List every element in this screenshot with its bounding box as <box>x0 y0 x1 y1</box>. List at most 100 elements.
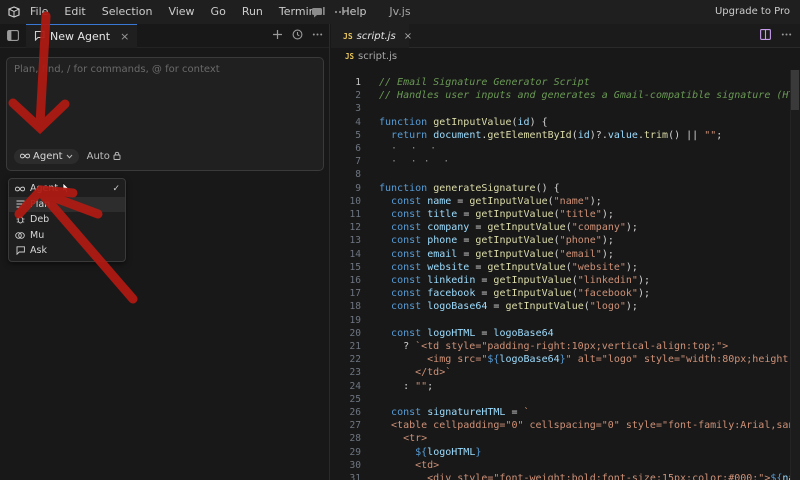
code-text: const title = getInputValue("title"); <box>391 209 614 220</box>
mode-option-ask[interactable]: Ask <box>9 243 125 259</box>
code-line[interactable]: 30 <td> <box>331 459 800 472</box>
line-number: 23 <box>349 367 361 379</box>
mode-option-label: Deb <box>30 214 50 226</box>
menu-terminal[interactable]: Terminal <box>271 0 334 24</box>
mode-select[interactable]: Agent <box>14 149 79 164</box>
menu-go[interactable]: Go <box>203 0 234 24</box>
menu-file[interactable]: File <box>28 0 56 24</box>
sidebar-toggle-icon[interactable] <box>7 30 19 44</box>
code-line[interactable]: 31 <div style="font-weight:bold;font-siz… <box>331 472 800 480</box>
close-icon[interactable]: × <box>120 30 129 43</box>
breadcrumb[interactable]: JS script.js <box>331 48 800 64</box>
code-line[interactable]: 28 <tr> <box>331 432 800 445</box>
close-icon[interactable]: × <box>404 31 412 42</box>
code-text: const name = getInputValue("name"); <box>391 195 602 207</box>
menu-selection[interactable]: Selection <box>94 0 161 24</box>
code-area[interactable]: 1 // Email Signature Generator Script 2 // … <box>331 70 800 480</box>
split-editor-icon[interactable] <box>760 29 771 43</box>
line-number: 6 <box>355 143 361 154</box>
code-line[interactable]: 26 const signatureHTML = ` <box>331 406 800 419</box>
line-number: 8 <box>355 169 361 181</box>
plus-icon[interactable] <box>272 29 283 43</box>
line-number: 2 <box>355 90 361 102</box>
code-line[interactable]: 15 const website = getInputValue("websit… <box>331 261 800 274</box>
line-number: 22 <box>349 354 361 366</box>
line-number: 19 <box>349 314 361 326</box>
line-number: 24 <box>349 380 361 392</box>
code-line[interactable]: 11 const title = getInputValue("title"); <box>331 208 800 221</box>
code-line[interactable]: 18 const logoBase64 = getInputValue("log… <box>331 300 800 313</box>
tab-new-agent[interactable]: New Agent × <box>26 24 138 48</box>
line-number: 5 <box>355 129 361 141</box>
line-number: 4 <box>355 116 361 128</box>
code-line[interactable]: 7 · · · · <box>331 155 800 168</box>
scrollbar-thumb[interactable] <box>791 70 799 110</box>
more-icon[interactable] <box>781 29 792 43</box>
code-line[interactable]: 2 // Handles user inputs and generates a … <box>331 89 800 102</box>
line-number: 28 <box>349 433 361 445</box>
mode-option-multi[interactable]: Mu <box>9 228 125 244</box>
prompt-input[interactable] <box>7 58 323 128</box>
code-line[interactable]: 8 <box>331 168 800 181</box>
code-line[interactable]: 14 const email = getInputValue("email"); <box>331 248 800 261</box>
line-number: 26 <box>349 407 361 418</box>
chat-icon[interactable] <box>310 5 324 19</box>
lock-icon <box>113 151 121 163</box>
code-line[interactable]: 25 <box>331 393 800 406</box>
mouse-cursor-icon <box>62 182 71 197</box>
line-number: 1 <box>355 77 361 88</box>
code-text: function getInputValue(id) { <box>379 116 548 128</box>
code-text: return document.getElementById(id)?.valu… <box>391 129 723 141</box>
mode-row: Agent Auto <box>14 149 121 164</box>
breadcrumb-file: script.js <box>358 50 398 62</box>
code-line[interactable]: 23 </td>` <box>331 366 800 379</box>
menu-edit[interactable]: Edit <box>56 0 93 24</box>
code-line[interactable]: 21 ? `<td style="padding-right:10px;vert… <box>331 340 800 353</box>
history-icon[interactable] <box>292 29 303 43</box>
line-number: 18 <box>349 301 361 313</box>
code-line[interactable]: 16 const linkedin = getInputValue("linke… <box>331 274 800 287</box>
mode-option-plan[interactable]: Plan <box>9 196 125 212</box>
upgrade-link[interactable]: Upgrade to Pro <box>715 0 790 24</box>
code-line[interactable]: 27 <table cellpadding="0" cellspacing="0… <box>331 419 800 432</box>
ellipsis-icon[interactable] <box>333 5 347 19</box>
code-text: ${logoHTML} <box>415 446 482 458</box>
line-number: 3 <box>355 103 361 115</box>
code-line[interactable]: 5 return document.getElementById(id)?.va… <box>331 129 800 142</box>
code-line[interactable]: 22 <img src="${logoBase64}" alt="logo" s… <box>331 353 800 366</box>
mode-select-label: Agent <box>33 151 63 162</box>
code-line[interactable]: 1 // Email Signature Generator Script <box>331 76 800 89</box>
code-line[interactable]: 20 const logoHTML = logoBase64 <box>331 327 800 340</box>
code-text: const linkedin = getInputValue("linkedin… <box>391 275 650 286</box>
line-number: 11 <box>349 209 361 220</box>
code-text: ? `<td style="padding-right:10px;vertica… <box>379 341 729 352</box>
code-text: const website = getInputValue("website")… <box>391 261 638 273</box>
mode-option-debug[interactable]: Deb <box>9 212 125 228</box>
auto-toggle[interactable]: Auto <box>87 151 121 163</box>
line-number: 27 <box>349 420 361 432</box>
check-icon: ✓ <box>112 183 120 194</box>
menu-view[interactable]: View <box>160 0 202 24</box>
code-line[interactable]: 17 const facebook = getInputValue("faceb… <box>331 287 800 300</box>
minimap-scroll-track[interactable] <box>790 70 800 480</box>
code-line[interactable]: 19 <box>331 314 800 327</box>
code-line[interactable]: 10 const name = getInputValue("name"); <box>331 195 800 208</box>
code-line[interactable]: 12 const company = getInputValue("compan… <box>331 221 800 234</box>
code-line[interactable]: 24 : ""; <box>331 380 800 393</box>
code-line[interactable]: 4 function getInputValue(id) { <box>331 116 800 129</box>
more-icon[interactable] <box>312 29 323 43</box>
code-line[interactable]: 13 const phone = getInputValue("phone"); <box>331 234 800 247</box>
tab-script-js[interactable]: JS script.js × <box>331 24 412 48</box>
line-number: 17 <box>349 288 361 300</box>
mode-option-label: Ask <box>30 245 47 257</box>
code-line[interactable]: 3 <box>331 102 800 115</box>
tab-label: New Agent <box>50 30 111 43</box>
code-line[interactable]: 6 · · · <box>331 142 800 155</box>
code-line[interactable]: 9 function generateSignature() { <box>331 182 800 195</box>
code-text: // Handles user inputs and generates a G… <box>379 90 800 102</box>
plan-list-icon <box>14 200 26 208</box>
code-line[interactable]: 29 ${logoHTML} <box>331 446 800 459</box>
menu-run[interactable]: Run <box>234 0 271 24</box>
mode-option-label: Agent <box>30 183 59 195</box>
chevron-down-icon <box>66 151 73 162</box>
